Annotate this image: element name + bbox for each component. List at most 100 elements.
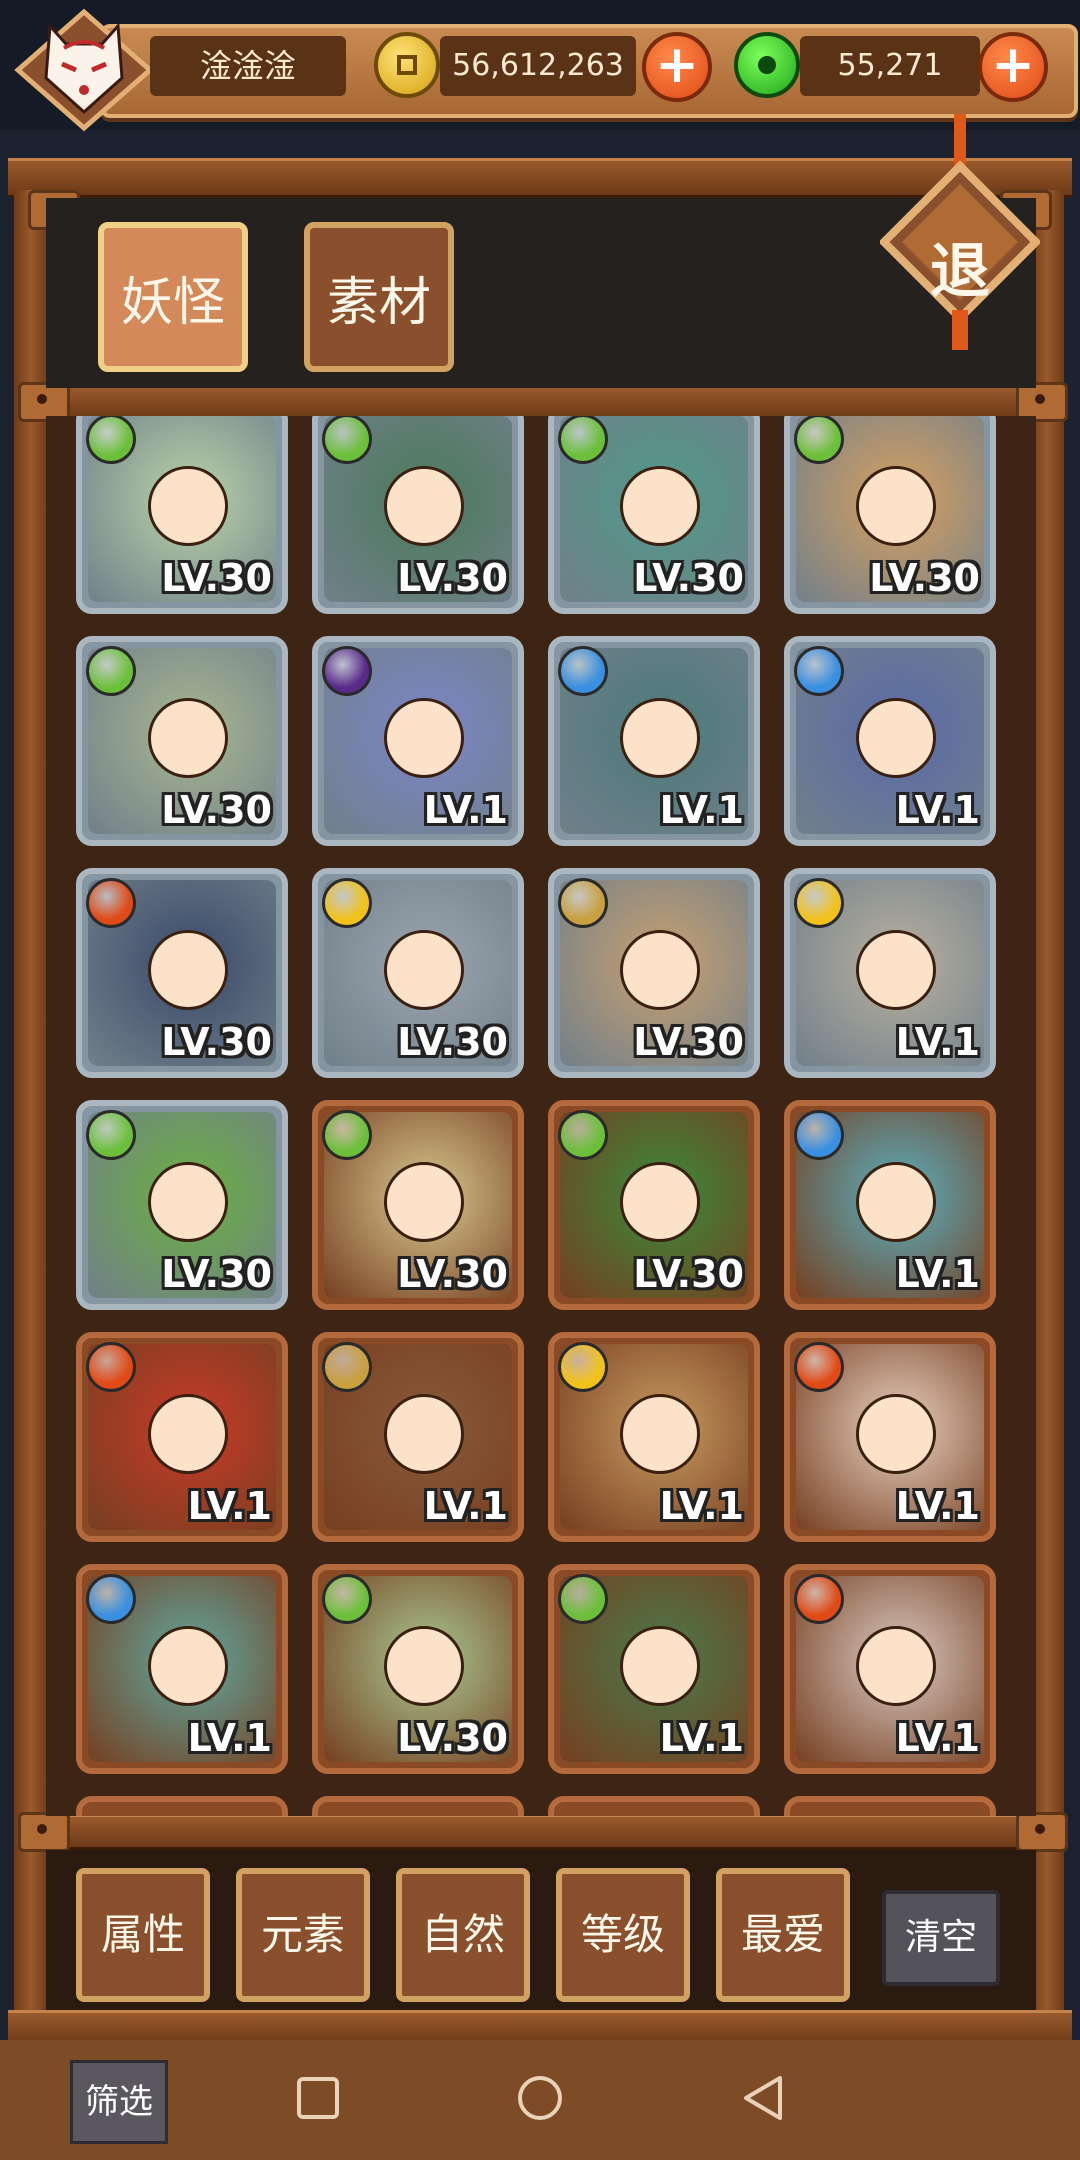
home-icon[interactable]	[516, 2074, 564, 2122]
monster-face	[856, 698, 936, 778]
fire-element-icon	[794, 1342, 844, 1392]
water-element-icon	[794, 646, 844, 696]
monster-card[interactable]: LV.30	[76, 868, 288, 1078]
monster-card[interactable]: LV.30	[312, 1564, 524, 1774]
filter-label: 元素	[260, 1910, 345, 1959]
monster-card[interactable]: LV.30	[76, 636, 288, 846]
monster-card[interactable]: LV.30	[548, 868, 760, 1078]
fire-element-icon	[794, 1574, 844, 1624]
monster-card-partial[interactable]	[312, 1796, 524, 1816]
tab-monsters-label: 妖怪	[120, 273, 225, 333]
leaf-element-icon	[86, 646, 136, 696]
monster-card[interactable]: LV.30	[312, 416, 524, 614]
moon-element-icon	[322, 646, 372, 696]
tab-monsters[interactable]: 妖怪	[98, 222, 248, 372]
sift-label: 筛选	[85, 2082, 153, 2122]
filter-level-button[interactable]: 等级	[556, 1868, 690, 2002]
level-label: LV.30	[633, 1020, 744, 1064]
recent-apps-icon[interactable]	[296, 2076, 340, 2120]
top-bar: 淦淦淦 56,612,263 + 55,271 +	[0, 0, 1080, 132]
monster-face	[384, 698, 464, 778]
monster-card[interactable]: LV.30	[548, 1100, 760, 1310]
exit-button[interactable]: 退	[880, 114, 1040, 374]
tab-materials[interactable]: 素材	[304, 222, 454, 372]
add-jade-button[interactable]: +	[978, 32, 1048, 102]
monster-card[interactable]: LV.1	[548, 1564, 760, 1774]
player-avatar[interactable]	[14, 8, 154, 132]
monster-card[interactable]: LV.1	[76, 1332, 288, 1542]
earth-element-icon	[558, 878, 608, 928]
filter-element-button[interactable]: 元素	[236, 1868, 370, 2002]
monster-card[interactable]: LV.1	[784, 1564, 996, 1774]
sift-button[interactable]: 筛选	[70, 2060, 168, 2144]
filter-nature-button[interactable]: 自然	[396, 1868, 530, 2002]
monster-card-partial[interactable]	[76, 1796, 288, 1816]
monster-card[interactable]: LV.1	[784, 1332, 996, 1542]
leaf-element-icon	[322, 1574, 372, 1624]
earth-element-icon	[322, 1342, 372, 1392]
left-post	[14, 190, 48, 2040]
level-label: LV.1	[895, 1716, 980, 1760]
clear-button[interactable]: 清空	[882, 1890, 1000, 1986]
plus-icon: +	[991, 35, 1035, 95]
monster-face	[148, 1394, 228, 1474]
sun-element-icon	[794, 878, 844, 928]
filter-favorite-button[interactable]: 最爱	[716, 1868, 850, 2002]
monster-card[interactable]: LV.1	[784, 1100, 996, 1310]
monster-grid: LV.30 LV.30 LV.30 LV.30 LV.30 LV.1 LV.1 LV.1 LV.…	[46, 416, 1036, 1816]
monster-card[interactable]: LV.30	[312, 1100, 524, 1310]
monster-card[interactable]: LV.30	[548, 416, 760, 614]
monster-face	[384, 466, 464, 546]
monster-face	[620, 1394, 700, 1474]
filter-attribute-button[interactable]: 属性	[76, 1868, 210, 2002]
jade-amount: 55,271	[800, 36, 980, 96]
monster-card[interactable]: LV.1	[784, 868, 996, 1078]
monster-face	[620, 466, 700, 546]
monster-card[interactable]: LV.30	[784, 416, 996, 614]
monster-card[interactable]: LV.1	[312, 636, 524, 846]
monster-card[interactable]: LV.1	[312, 1332, 524, 1542]
tab-materials-label: 素材	[326, 273, 431, 333]
level-label: LV.1	[895, 1252, 980, 1296]
exit-sign-icon	[880, 114, 1040, 350]
level-label: LV.30	[633, 1252, 744, 1296]
level-label: LV.30	[397, 1252, 508, 1296]
lower-beam	[20, 1814, 1060, 1850]
back-icon[interactable]	[740, 2074, 786, 2122]
monster-card[interactable]: LV.1	[548, 636, 760, 846]
monster-card-partial[interactable]	[548, 1796, 760, 1816]
water-element-icon	[86, 1574, 136, 1624]
level-label: LV.1	[423, 788, 508, 832]
monster-card[interactable]: LV.1	[784, 636, 996, 846]
fire-element-icon	[86, 1342, 136, 1392]
level-label: LV.1	[659, 1716, 744, 1760]
level-label: LV.30	[161, 1252, 272, 1296]
monster-face	[148, 698, 228, 778]
gold-coin-icon	[374, 32, 440, 98]
level-label: LV.30	[869, 556, 980, 600]
monster-card[interactable]: LV.30	[312, 868, 524, 1078]
monster-card[interactable]: LV.1	[548, 1332, 760, 1542]
filter-label: 最爱	[740, 1910, 825, 1959]
rivet	[1016, 1812, 1068, 1852]
level-label: LV.1	[895, 1020, 980, 1064]
monster-card[interactable]: LV.30	[76, 1100, 288, 1310]
jade-coin-icon	[734, 32, 800, 98]
filter-label: 等级	[580, 1910, 665, 1959]
monster-card-partial[interactable]	[784, 1796, 996, 1816]
monster-face	[856, 1626, 936, 1706]
middle-beam	[20, 384, 1060, 420]
monster-face	[148, 1162, 228, 1242]
leaf-element-icon	[558, 1110, 608, 1160]
monster-face	[148, 1626, 228, 1706]
level-label: LV.1	[659, 1484, 744, 1528]
monster-face	[148, 466, 228, 546]
add-gold-button[interactable]: +	[642, 32, 712, 102]
monster-card[interactable]: LV.30	[76, 416, 288, 614]
monster-card[interactable]: LV.1	[76, 1564, 288, 1774]
monster-face	[384, 930, 464, 1010]
monster-face	[856, 1162, 936, 1242]
level-label: LV.30	[397, 1020, 508, 1064]
level-label: LV.1	[895, 788, 980, 832]
monster-face	[148, 930, 228, 1010]
